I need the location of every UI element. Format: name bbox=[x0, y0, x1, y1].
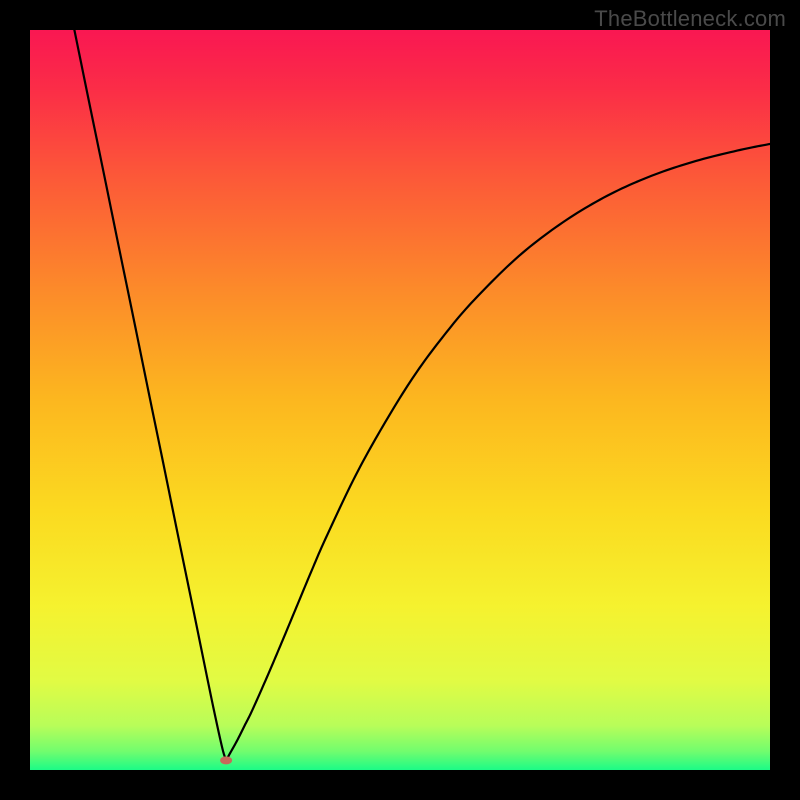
plot-area bbox=[30, 30, 770, 770]
gradient-background bbox=[30, 30, 770, 770]
chart-frame: TheBottleneck.com bbox=[0, 0, 800, 800]
optimum-marker bbox=[220, 756, 232, 764]
bottleneck-chart bbox=[30, 30, 770, 770]
watermark-text: TheBottleneck.com bbox=[594, 6, 786, 32]
